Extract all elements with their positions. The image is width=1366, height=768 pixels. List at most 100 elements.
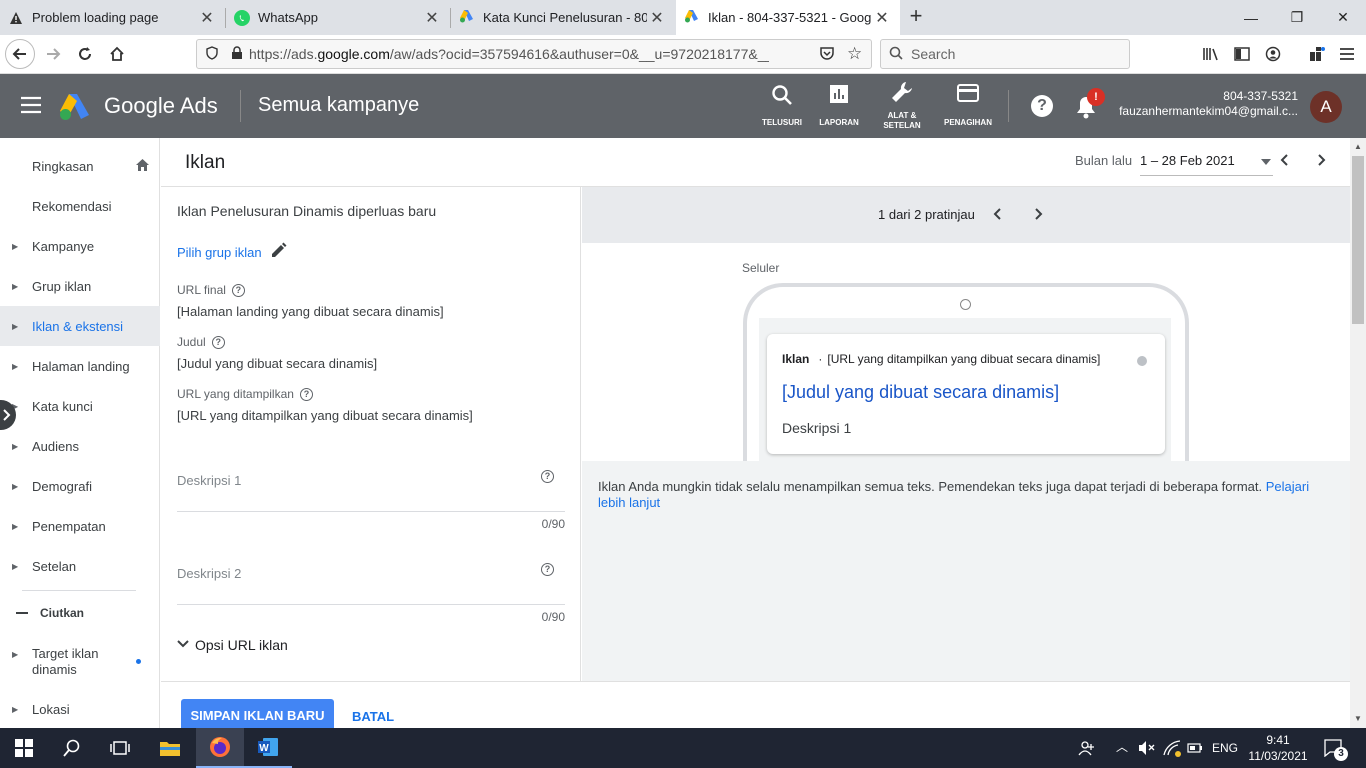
account-icon[interactable] (1258, 39, 1288, 69)
menu-icon[interactable] (1332, 39, 1362, 69)
sidebar-item-grup-iklan[interactable]: ▶ Grup iklan (0, 266, 160, 306)
search-tool-button[interactable]: TELUSURI (752, 84, 812, 128)
file-explorer-button[interactable] (146, 728, 194, 768)
restore-button[interactable]: ❐ (1274, 0, 1320, 35)
ad-form-panel: Iklan Penelusuran Dinamis diperluas baru… (161, 187, 581, 681)
scroll-down-icon[interactable]: ▼ (1354, 714, 1362, 723)
extensions-icon[interactable] (1302, 39, 1332, 69)
sidebar-item-rekomendasi[interactable]: Rekomendasi (0, 186, 160, 226)
help-icon[interactable]: ? (211, 335, 225, 349)
task-view-button[interactable] (96, 728, 144, 768)
minimize-button[interactable]: — (1228, 0, 1274, 35)
chevron-right-icon (1318, 154, 1326, 166)
select-ad-group-link[interactable]: Pilih grup iklan (177, 241, 288, 264)
wifi-icon[interactable] (1162, 739, 1182, 762)
ad-url-line: Iklan · [URL yang ditampilkan yang dibua… (782, 352, 1101, 366)
chevron-up-icon[interactable]: ︿ (1116, 738, 1128, 755)
tab-whatsapp[interactable]: WhatsApp ✕ (226, 0, 450, 35)
sidebar-item-halaman-landing[interactable]: ▶ Halaman landing (0, 346, 160, 386)
sidebar-item-ringkasan[interactable]: Ringkasan (0, 146, 160, 186)
sidebar-item-kampanye[interactable]: ▶ Kampanye (0, 226, 160, 266)
ad-description: Deskripsi 1 (782, 420, 852, 436)
taskbar-search-button[interactable] (48, 728, 96, 768)
volume-muted-icon[interactable] (1138, 740, 1156, 761)
pencil-icon (270, 241, 288, 264)
people-icon[interactable] (1078, 739, 1096, 762)
tab-iklan[interactable]: Iklan - 804-337-5321 - Google A ✕ (676, 0, 900, 35)
close-icon[interactable]: ✕ (422, 8, 442, 28)
url-options-toggle[interactable]: Opsi URL iklan (177, 636, 288, 654)
sidebar-item-audiens[interactable]: ▶ Audiens (0, 426, 160, 466)
avatar[interactable]: A (1310, 91, 1342, 123)
close-icon[interactable]: ✕ (197, 8, 217, 28)
clock[interactable]: 9:41 11/03/2021 (1246, 732, 1310, 764)
caret-down-icon (1261, 153, 1271, 168)
battery-icon[interactable] (1187, 741, 1203, 759)
save-ad-button[interactable]: SIMPAN IKLAN BARU (181, 699, 334, 731)
scroll-thumb[interactable] (1352, 156, 1364, 324)
library-icon[interactable] (1196, 39, 1226, 69)
folder-icon (160, 742, 180, 756)
date-range-label: Bulan lalu (1075, 153, 1133, 168)
arrow-right-icon (47, 48, 61, 60)
reload-button[interactable] (70, 39, 100, 69)
preview-prev-button[interactable] (991, 207, 1005, 226)
chevron-left-icon (993, 208, 1001, 220)
sidebar-item-penempatan[interactable]: ▶ Penempatan (0, 506, 160, 546)
forward-button[interactable] (38, 39, 68, 69)
tab-kata-kunci[interactable]: Kata Kunci Penelusuran - 804-3 ✕ (451, 0, 675, 35)
firefox-button[interactable] (196, 728, 244, 768)
url-bar[interactable]: https://ads.google.com/aw/ads?ocid=35759… (196, 39, 872, 69)
sidebar-item-iklan-ekstensi[interactable]: ▶ Iklan & ekstensi (0, 306, 160, 346)
new-tab-button[interactable]: + (904, 5, 928, 29)
help-icon[interactable]: ? (299, 387, 313, 401)
description-2-field[interactable]: Deskripsi 2 ? (177, 556, 565, 604)
scroll-up-icon[interactable]: ▲ (1354, 142, 1362, 151)
sidebar-item-lokasi[interactable]: ▶ Lokasi (0, 689, 160, 729)
sidebar-item-setelan[interactable]: ▶ Setelan (0, 546, 160, 586)
minus-icon (16, 612, 28, 614)
back-button[interactable] (5, 39, 35, 69)
ad-headline[interactable]: [Judul yang dibuat secara dinamis] (782, 382, 1059, 403)
help-icon[interactable]: ? (541, 563, 554, 576)
caret-right-icon: ▶ (12, 361, 19, 371)
word-button[interactable]: W (244, 728, 292, 768)
page-scrollbar[interactable]: ▲ ▼ (1350, 138, 1366, 728)
sidebar-item-demografi[interactable]: ▶ Demografi (0, 466, 160, 506)
billing-tool-button[interactable]: PENAGIHAN (938, 84, 998, 128)
date-prev-button[interactable] (1278, 153, 1292, 172)
headline-value: [Judul yang dibuat secara dinamis] (177, 356, 378, 371)
date-range-select[interactable]: 1 – 28 Feb 2021 (1140, 146, 1273, 176)
sidebar-item-target-iklan-dinamis[interactable]: ▶ Target iklan dinamis (0, 646, 160, 692)
help-icon[interactable]: ? (231, 283, 245, 297)
hamburger-menu-icon[interactable] (20, 96, 42, 119)
chevron-right-icon (1035, 208, 1043, 220)
sidebar-item-kata-kunci[interactable]: ▶ Kata kunci (0, 386, 160, 426)
browser-search-bar[interactable]: Search (880, 39, 1130, 69)
chevron-down-icon (177, 636, 189, 654)
date-next-button[interactable] (1314, 153, 1328, 172)
preview-next-button[interactable] (1031, 207, 1045, 226)
star-icon[interactable]: ☆ (847, 44, 862, 64)
cancel-button[interactable]: BATAL (352, 709, 394, 724)
pocket-icon[interactable] (819, 45, 835, 64)
tools-settings-button[interactable]: ALAT & SETELAN (872, 80, 932, 131)
home-button[interactable] (102, 39, 132, 69)
reports-tool-button[interactable]: LAPORAN (809, 84, 869, 128)
help-icon[interactable]: ? (1031, 95, 1053, 117)
notification-count-badge: 3 (1334, 747, 1348, 761)
search-icon (889, 46, 903, 63)
sidebar-toggle-icon[interactable] (1227, 39, 1257, 69)
sidebar-collapse-button[interactable]: Ciutkan (0, 593, 160, 633)
header-divider (240, 90, 241, 122)
description-1-field[interactable]: Deskripsi 1 ? (177, 463, 565, 511)
info-icon[interactable] (1137, 356, 1147, 366)
window-close-button[interactable]: ✕ (1320, 0, 1366, 35)
close-icon[interactable]: ✕ (647, 8, 667, 28)
close-icon[interactable]: ✕ (872, 8, 892, 28)
language-indicator[interactable]: ENG (1212, 741, 1238, 755)
section-title[interactable]: Semua kampanye (258, 94, 419, 117)
windows-start-button[interactable] (0, 728, 48, 768)
help-icon[interactable]: ? (541, 470, 554, 483)
tab-problem-loading[interactable]: Problem loading page ✕ (0, 0, 225, 35)
